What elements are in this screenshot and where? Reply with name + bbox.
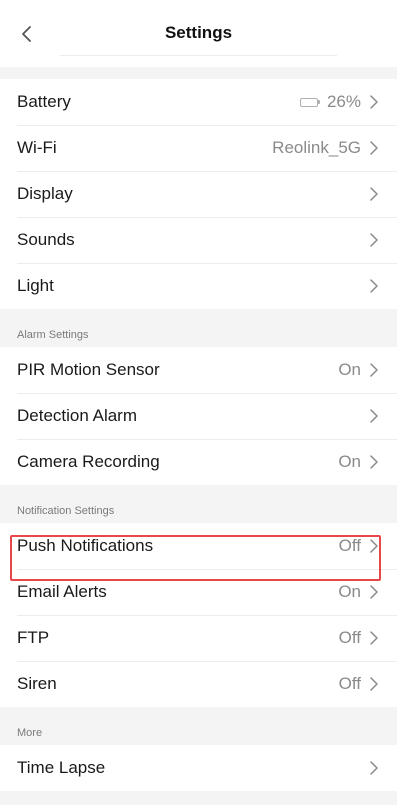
- wifi-row[interactable]: Wi-Fi Reolink_5G: [0, 125, 397, 171]
- more-section-header: More: [0, 707, 397, 745]
- push-notifications-value: Off: [338, 536, 361, 555]
- header-bar: Settings: [0, 0, 397, 67]
- chevron-right-icon: [370, 455, 378, 469]
- push-notifications-label: Push Notifications: [17, 536, 154, 555]
- time-lapse-label: Time Lapse: [17, 758, 106, 777]
- ftp-label: FTP: [17, 628, 50, 647]
- detection-alarm-label: Detection Alarm: [17, 406, 137, 425]
- chevron-right-icon: [370, 677, 378, 691]
- ftp-row[interactable]: FTP Off: [0, 615, 397, 661]
- battery-row[interactable]: Battery 26%: [0, 79, 397, 125]
- chevron-right-icon: [370, 631, 378, 645]
- battery-label: Battery: [17, 92, 71, 111]
- chevron-right-icon: [370, 585, 378, 599]
- wifi-label: Wi-Fi: [17, 138, 57, 157]
- siren-value: Off: [338, 674, 361, 693]
- camera-recording-label: Camera Recording: [17, 452, 160, 471]
- email-alerts-label: Email Alerts: [17, 582, 107, 601]
- chevron-right-icon: [370, 761, 378, 775]
- camera-recording-value: On: [338, 452, 361, 471]
- chevron-right-icon: [370, 95, 378, 109]
- siren-label: Siren: [17, 674, 57, 693]
- more-settings-group: Time Lapse: [0, 745, 397, 791]
- alarm-section-header: Alarm Settings: [0, 309, 397, 347]
- light-label: Light: [17, 276, 54, 295]
- general-settings-group: Battery 26% Wi-Fi Reolink_5G Display Sou…: [0, 79, 397, 309]
- spacer: [0, 67, 397, 79]
- pir-motion-sensor-row[interactable]: PIR Motion Sensor On: [0, 347, 397, 393]
- light-row[interactable]: Light: [0, 263, 397, 309]
- time-lapse-row[interactable]: Time Lapse: [0, 745, 397, 791]
- pir-label: PIR Motion Sensor: [17, 360, 160, 379]
- wifi-value: Reolink_5G: [272, 138, 361, 157]
- header-divider: [60, 55, 337, 56]
- chevron-right-icon: [370, 233, 378, 247]
- sounds-row[interactable]: Sounds: [0, 217, 397, 263]
- battery-icon: [299, 97, 320, 107]
- email-alerts-row[interactable]: Email Alerts On: [0, 569, 397, 615]
- page-title: Settings: [164, 23, 233, 42]
- display-label: Display: [17, 184, 73, 203]
- pir-value: On: [338, 360, 361, 379]
- push-notifications-row[interactable]: Push Notifications Off: [0, 523, 397, 569]
- notification-section-header: Notification Settings: [0, 485, 397, 523]
- detection-alarm-row[interactable]: Detection Alarm: [0, 393, 397, 439]
- email-alerts-value: On: [338, 582, 361, 601]
- display-row[interactable]: Display: [0, 171, 397, 217]
- chevron-right-icon: [370, 363, 378, 377]
- chevron-right-icon: [370, 279, 378, 293]
- sounds-label: Sounds: [17, 230, 75, 249]
- camera-recording-row[interactable]: Camera Recording On: [0, 439, 397, 485]
- battery-value: 26%: [326, 92, 361, 111]
- ftp-value: Off: [338, 628, 361, 647]
- chevron-right-icon: [370, 539, 378, 553]
- chevron-right-icon: [370, 187, 378, 201]
- siren-row[interactable]: Siren Off: [0, 661, 397, 707]
- chevron-right-icon: [370, 141, 378, 155]
- alarm-settings-group: PIR Motion Sensor On Detection Alarm Cam…: [0, 347, 397, 485]
- chevron-right-icon: [370, 409, 378, 423]
- notification-settings-group: Push Notifications Off Email Alerts On F…: [0, 523, 397, 707]
